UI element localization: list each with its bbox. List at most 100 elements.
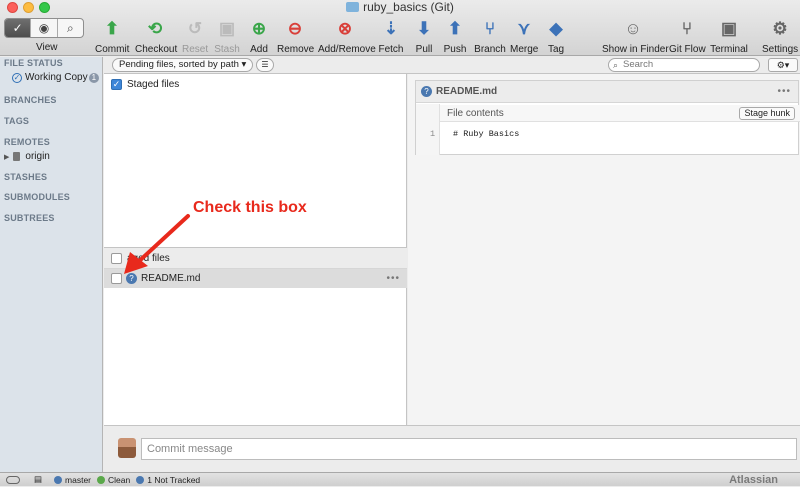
reset-icon: ↺ [187,19,203,38]
branch-status: master [54,475,91,485]
settings-icon: ⚙ [772,19,788,38]
show-in-finder-button[interactable]: ☺ Show in Finder [602,18,669,55]
filter-bar: Pending files, sorted by path ▾ ☰ ⌕ Searc… [104,57,800,74]
window-title-text: ruby_basics (Git) [363,0,454,14]
checkout-label: Checkout [135,44,178,55]
console-button[interactable]: ▤ [34,474,42,485]
diff-more-options-icon[interactable]: ••• [777,86,791,97]
fetch-label: Fetch [378,44,404,55]
finder-icon: ☺ [624,19,642,38]
add-remove-icon: ⊗ [337,19,353,38]
view-label: View [36,42,58,53]
file-status-heading[interactable]: FILE STATUS [4,58,63,68]
git-flow-button[interactable]: ⑂ Git Flow [669,18,706,55]
pull-label: Pull [415,44,433,55]
terminal-button[interactable]: ▣ Terminal [710,18,748,55]
line-number-gutter [416,104,440,155]
clean-status: Clean [97,475,130,485]
add-remove-button[interactable]: ⊗ Add/Remove [318,18,376,55]
commit-label: Commit [95,44,130,55]
console-icon: ▤ [34,474,43,484]
search-view-toggle[interactable]: ⌕ [58,19,83,37]
tag-label: Tag [547,44,565,55]
staged-files-label: Staged files [127,79,180,90]
options-gear-button[interactable]: ⚙▾ [768,58,798,72]
settings-button[interactable]: ⚙ Settings [762,18,798,55]
sidebar: FILE STATUS ✓ Working Copy 1 BRANCHES TA… [0,57,103,472]
toggle-sidebar-button[interactable] [6,475,20,484]
avatar [118,438,136,458]
status-bar: ▤ master Clean 1 Not Tracked Atlassian [0,472,800,486]
push-button[interactable]: ⬆ Push [443,18,467,55]
merge-label: Merge [510,44,539,55]
branches-heading[interactable]: BRANCHES [4,95,57,105]
reset-label: Reset [182,44,209,55]
merge-button[interactable]: ⋎ Merge [510,18,538,55]
push-icon: ⬆ [447,19,463,38]
git-flow-label: Git Flow [669,44,706,55]
search-icon: ⌕ [613,60,619,70]
commit-bar: Commit message [104,425,800,472]
search-placeholder: Search [623,59,654,70]
sidebar-item-working-copy[interactable]: ✓ Working Copy 1 [12,72,100,83]
fetch-button[interactable]: ⇣ Fetch [378,18,404,55]
stashes-heading[interactable]: STASHES [4,172,47,182]
list-options-button[interactable]: ☰ [256,58,274,72]
remove-label: Remove [277,44,315,55]
history-view-toggle[interactable]: ◉ [31,19,58,37]
view-segmented-control[interactable]: ✓ ◉ ⌕ [4,18,84,38]
not-tracked-status: 1 Not Tracked [136,475,200,485]
search-field[interactable]: ⌕ Search [608,58,760,72]
more-options-icon[interactable]: ••• [386,273,400,284]
subtrees-heading[interactable]: SUBTREES [4,213,55,223]
diff-file-name: README.md [436,86,498,97]
remove-icon: ⊖ [287,19,303,38]
sort-label: Pending files, sorted by path [119,59,239,70]
disclosure-triangle-icon[interactable]: ▶ [4,153,9,161]
pull-icon: ⬇ [416,19,432,38]
stash-button[interactable]: ▣ Stash [213,18,241,55]
staged-files-checkbox[interactable]: ✓ [111,79,122,90]
sort-dropdown[interactable]: Pending files, sorted by path ▾ [112,58,254,72]
merge-icon: ⋎ [517,19,531,38]
checkout-button[interactable]: ⟲ Checkout [135,18,178,55]
pull-button[interactable]: ⬇ Pull [413,18,435,55]
not-tracked-label: 1 Not Tracked [147,474,201,485]
working-copy-badge: 1 [88,72,100,83]
question-icon [136,475,145,484]
add-remove-label: Add/Remove [318,44,376,55]
checkout-icon: ⟲ [147,19,163,38]
remotes-heading[interactable]: REMOTES [4,137,50,147]
toggle-icon [6,475,20,484]
terminal-icon: ▣ [720,19,738,38]
untracked-status-icon: ? [421,86,432,97]
show-in-finder-label: Show in Finder [602,44,669,55]
sidebar-item-origin[interactable]: ▶ origin [4,151,50,162]
stage-hunk-button[interactable]: Stage hunk [739,107,795,120]
title-bar: ruby_basics (Git) ✓ ◉ ⌕ View ⬆ Commit ⟲ … [0,0,800,56]
tag-button[interactable]: ◆ Tag [545,18,567,55]
branch-name: master [65,474,92,485]
diff-pane: ? README.md ••• File contents Stage hunk… [408,74,800,425]
gear-icon: ⚙▾ [776,60,790,70]
tag-icon: ◆ [549,19,563,38]
tags-heading[interactable]: TAGS [4,116,29,126]
file-status-view-toggle[interactable]: ✓ [5,19,32,37]
commit-message-placeholder: Commit message [147,443,233,455]
branch-button[interactable]: ⑂ Branch [474,18,506,55]
submodules-heading[interactable]: SUBMODULES [4,192,70,202]
commit-button[interactable]: ⬆ Commit [95,18,129,55]
diff-card: ? README.md ••• File contents Stage hunk… [415,80,800,155]
add-button[interactable]: ⊕ Add [247,18,271,55]
callout-text: Check this box [193,199,307,216]
branch-icon [54,475,63,484]
reset-button[interactable]: ↺ Reset [182,18,208,55]
origin-label: origin [25,151,50,162]
branch-icon: ⑂ [484,19,496,38]
commit-icon: ⬆ [104,19,120,38]
window-title: ruby_basics (Git) [0,0,800,14]
git-flow-icon: ⑂ [681,19,693,38]
remove-button[interactable]: ⊖ Remove [277,18,315,55]
commit-message-input[interactable]: Commit message [141,438,797,460]
stash-label: Stash [214,44,240,55]
